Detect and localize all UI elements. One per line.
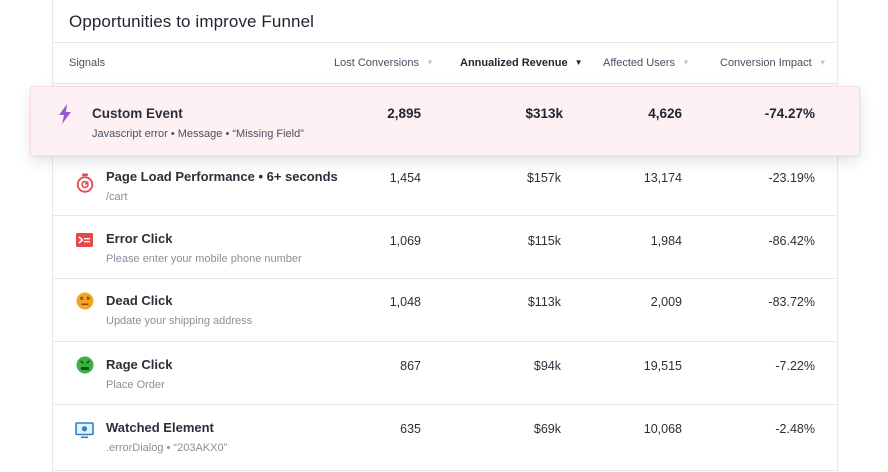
row-signal-name: Custom Event (92, 106, 183, 121)
column-header-annualized-revenue[interactable]: Annualized Revenue ▼ (460, 57, 583, 69)
row-lost-conversions: 867 (400, 359, 421, 373)
row-lost-conversions: 1,454 (389, 171, 421, 185)
row-annualized-revenue: $69k (533, 422, 561, 436)
row-annualized-revenue: $115k (527, 234, 561, 248)
row-affected-users: 10,068 (643, 422, 682, 436)
table-row-highlighted[interactable] (30, 86, 860, 156)
page-title: Opportunities to improve Funnel (69, 12, 315, 31)
divider (52, 83, 838, 84)
divider (52, 341, 838, 342)
row-signal-detail: Please enter your mobile phone number (106, 253, 302, 265)
row-affected-users: 19,515 (643, 359, 682, 373)
monitor-eye-icon (75, 422, 94, 439)
column-header-conversion-impact[interactable]: Conversion Impact ▼ (720, 57, 827, 69)
row-conversion-impact: -2.48% (775, 422, 815, 436)
row-affected-users: 2,009 (650, 295, 682, 309)
divider (52, 470, 838, 471)
sort-caret-icon: ▼ (818, 58, 827, 67)
row-signal-detail: Update your shipping address (106, 315, 253, 327)
row-signal-name: Error Click (106, 231, 173, 246)
row-conversion-impact: -74.27% (764, 106, 815, 121)
divider (52, 215, 838, 216)
row-annualized-revenue: $157k (526, 171, 561, 185)
sort-caret-icon: ▼ (681, 58, 690, 67)
sort-caret-icon: ▼ (426, 58, 434, 67)
column-header-signals: Signals (69, 57, 105, 69)
divider (52, 404, 838, 405)
row-signal-detail: /cart (106, 191, 128, 203)
column-header-label: Affected Users (603, 57, 675, 69)
row-affected-users: 1,984 (650, 234, 682, 248)
row-signal-detail: Javascript error • Message • “Missing Fi… (92, 128, 304, 140)
row-lost-conversions: 635 (400, 422, 421, 436)
column-header-lost-conversions[interactable]: Lost Conversions ▼ (334, 57, 434, 69)
row-lost-conversions: 2,895 (387, 106, 421, 121)
column-header-label: Conversion Impact (720, 57, 812, 69)
row-conversion-impact: -7.22% (775, 359, 815, 373)
row-annualized-revenue: $313k (525, 106, 563, 121)
row-lost-conversions: 1,069 (389, 234, 421, 248)
row-annualized-revenue: $113k (527, 295, 561, 309)
column-header-label: Signals (69, 57, 106, 69)
row-lost-conversions: 1,048 (389, 295, 421, 309)
row-conversion-impact: -86.42% (768, 234, 815, 248)
column-header-label: Annualized Revenue (460, 57, 568, 69)
divider (52, 278, 838, 279)
divider (52, 42, 838, 43)
row-annualized-revenue: $94k (533, 359, 561, 373)
row-signal-detail: .errorDialog • “203AKX0” (106, 442, 228, 454)
row-signal-name: Watched Element (106, 420, 214, 435)
column-header-label: Lost Conversions (334, 57, 419, 69)
sort-caret-icon: ▼ (574, 58, 583, 67)
row-affected-users: 4,626 (648, 106, 682, 121)
row-signal-name: Rage Click (106, 357, 173, 372)
timer-icon (76, 173, 94, 193)
row-affected-users: 13,174 (643, 171, 682, 185)
error-terminal-icon (76, 233, 93, 247)
row-signal-detail: Place Order (106, 379, 165, 391)
dead-face-icon (76, 292, 94, 310)
row-conversion-impact: -83.72% (768, 295, 815, 309)
column-header-affected-users[interactable]: Affected Users ▼ (603, 57, 690, 69)
row-conversion-impact: -23.19% (768, 171, 815, 185)
row-signal-name: Dead Click (106, 293, 173, 308)
rage-face-icon (76, 356, 94, 374)
lightning-icon (59, 104, 71, 124)
